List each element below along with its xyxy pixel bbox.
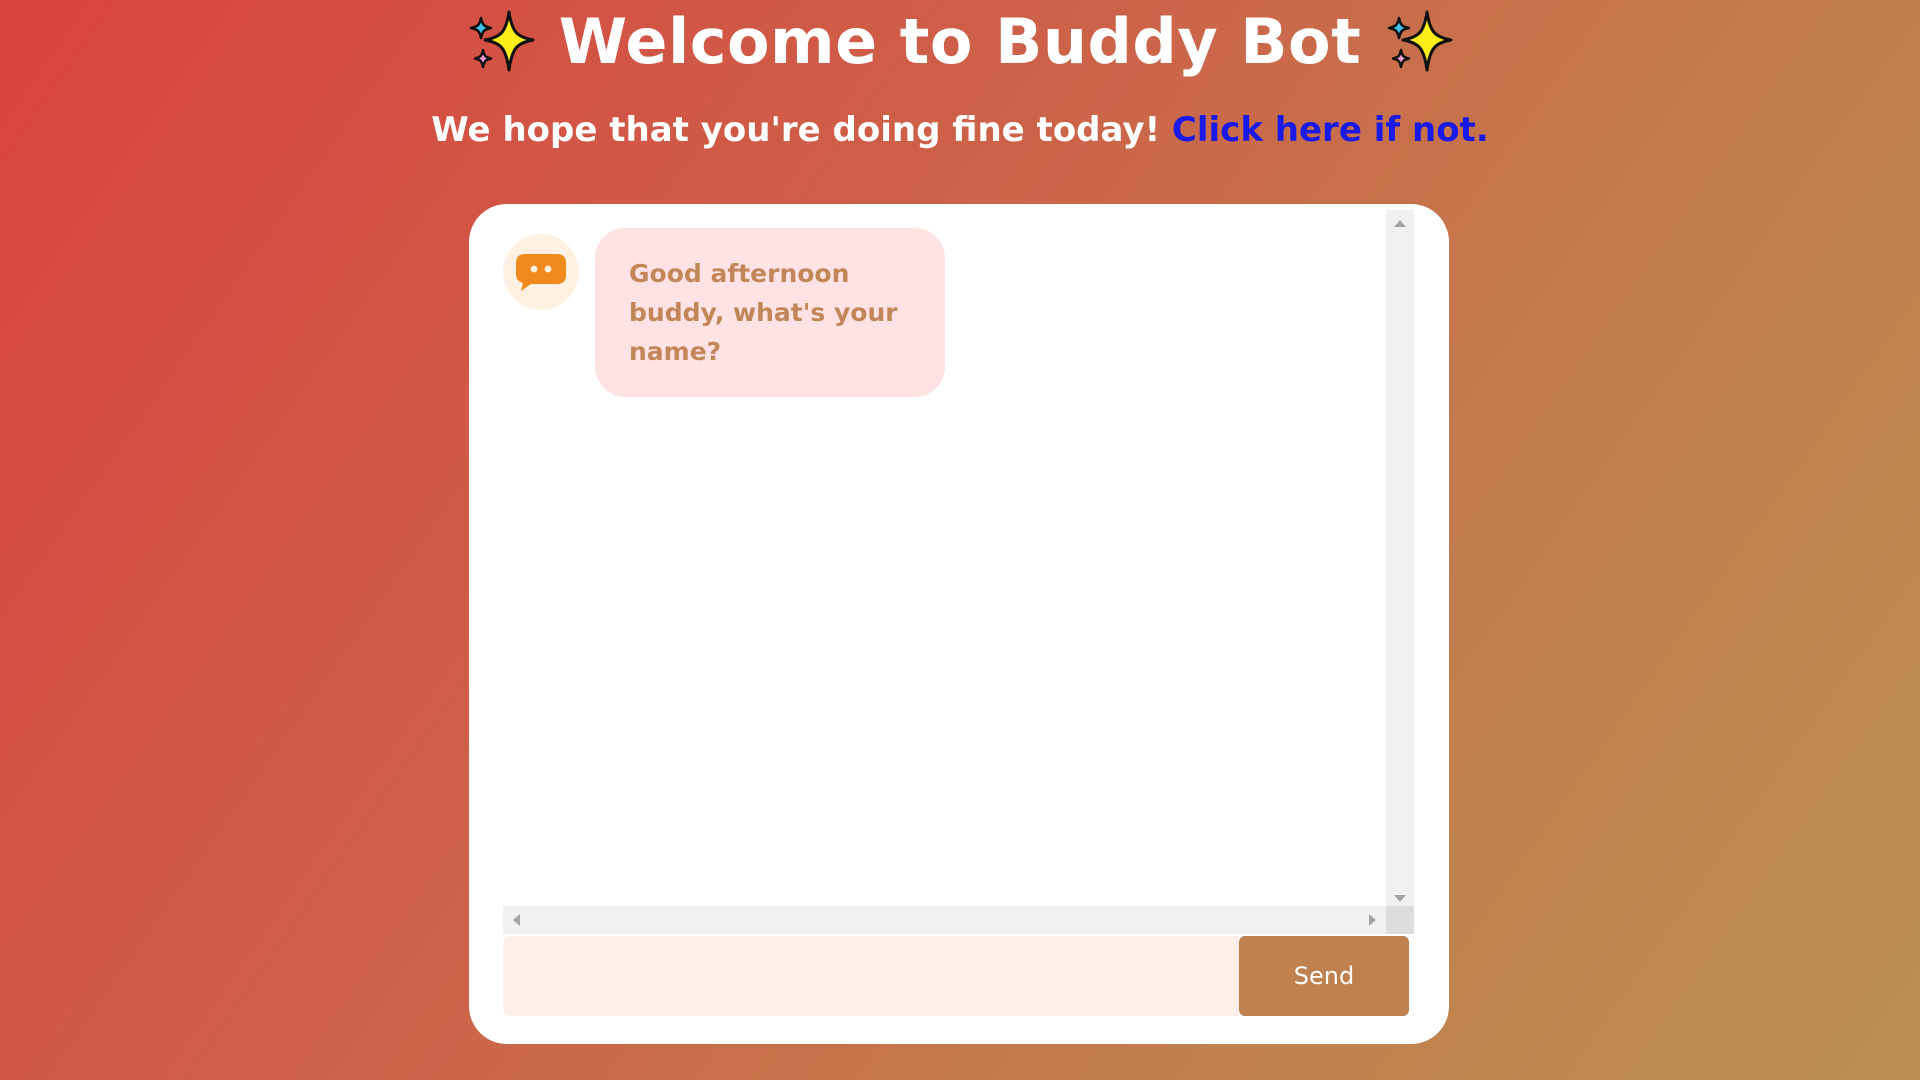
message-bubble: Good afternoon buddy, what's your name?: [595, 228, 945, 397]
scroll-right-icon[interactable]: [1369, 914, 1376, 926]
message-input[interactable]: [503, 936, 1239, 1016]
title-row: Welcome to Buddy Bot: [0, 4, 1920, 80]
bot-avatar: [503, 234, 579, 310]
bot-message: Good afternoon buddy, what's your name?: [503, 228, 945, 397]
scroll-down-icon[interactable]: [1394, 895, 1406, 902]
sparkles-icon: [1388, 10, 1453, 72]
help-link[interactable]: Click here if not.: [1172, 110, 1489, 150]
chat-bubble-icon: [516, 254, 566, 291]
horizontal-scrollbar[interactable]: [503, 906, 1386, 934]
subtitle-row: We hope that you're doing fine today! Cl…: [0, 104, 1920, 156]
scroll-up-icon[interactable]: [1394, 220, 1406, 227]
composer: Send: [503, 936, 1409, 1016]
chat-card: Good afternoon buddy, what's your name? …: [469, 204, 1449, 1044]
subtitle-text: We hope that you're doing fine today!: [431, 110, 1161, 150]
sparkles-icon: [469, 10, 535, 72]
scrollbar-corner: [1386, 906, 1414, 934]
vertical-scrollbar[interactable]: [1386, 210, 1414, 912]
scroll-left-icon[interactable]: [513, 914, 520, 926]
page-title: Welcome to Buddy Bot: [558, 5, 1362, 78]
chat-messages[interactable]: Good afternoon buddy, what's your name?: [503, 228, 1385, 912]
send-button[interactable]: Send: [1239, 936, 1409, 1016]
